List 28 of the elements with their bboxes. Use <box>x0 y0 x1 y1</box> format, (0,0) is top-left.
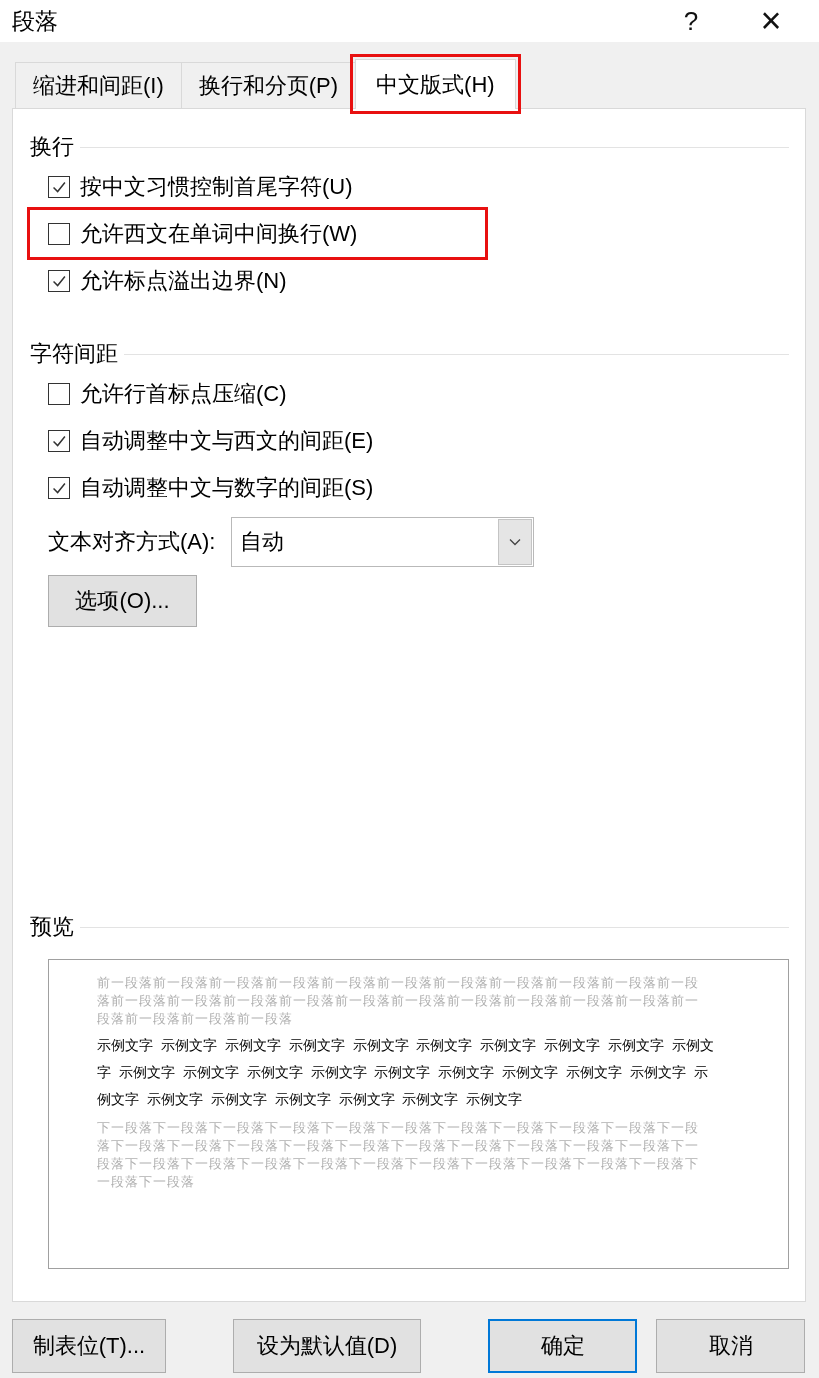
checkbox-option[interactable]: 按中文习惯控制首尾字符(U) <box>30 163 353 210</box>
alignment-label: 文本对齐方式(A): <box>48 528 216 556</box>
dialog-button[interactable]: 制表位(T)... <box>12 1319 166 1373</box>
section-title: 字符间距 <box>30 340 118 368</box>
alignment-dropdown[interactable]: 自动 <box>231 517 535 567</box>
close-button[interactable]: × <box>751 0 791 42</box>
dialog-button[interactable]: 确定 <box>488 1319 637 1373</box>
dialog-button[interactable]: 取消 <box>656 1319 805 1373</box>
checkbox[interactable] <box>48 222 70 245</box>
checkbox-option[interactable]: 自动调整中文与西文的间距(E) <box>30 417 374 464</box>
checkbox[interactable] <box>48 382 70 405</box>
window-title: 段落 <box>12 6 59 36</box>
checkbox[interactable] <box>48 175 70 198</box>
tab[interactable]: 缩进和间距(I) <box>15 62 182 108</box>
chevron-down-icon <box>509 538 522 546</box>
options-button[interactable]: 选项(O)... <box>48 575 197 627</box>
dialog-button[interactable]: 设为默认值(D) <box>233 1319 421 1373</box>
checkbox[interactable] <box>48 269 70 292</box>
checkbox-option[interactable]: 允许行首标点压缩(C) <box>30 370 287 417</box>
checkbox-option[interactable]: 允许西文在单词中间换行(W) <box>30 210 485 257</box>
checkbox-option[interactable]: 允许标点溢出边界(N) <box>30 257 287 304</box>
section-title: 换行 <box>30 133 74 161</box>
checkbox[interactable] <box>48 476 70 499</box>
sample-text: 示例文字 示例文字 示例文字 示例文字 示例文字 示例文字 示例文字 示例文字 示例文字 示例文字 示例文字 示例文字 示例文字 示例文字 示例文字 示例文字 示例文字 示例文字 示例文字 示例文字 示例文字 示例文字 示例文字 示例文字 示例文字 示例文字 <box>97 1036 715 1109</box>
help-button[interactable]: ? <box>671 5 711 37</box>
checkbox[interactable] <box>48 429 70 452</box>
section-title: 预览 <box>30 913 74 941</box>
checkbox-option[interactable]: 自动调整中文与数字的间距(S) <box>30 464 374 511</box>
